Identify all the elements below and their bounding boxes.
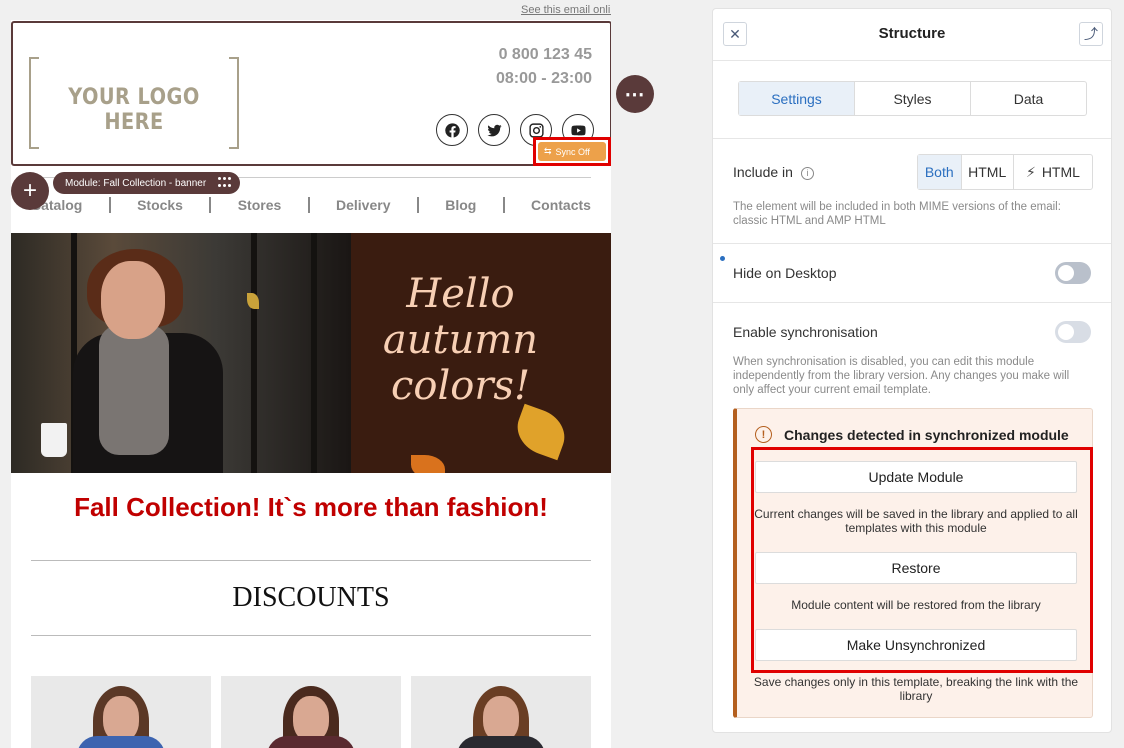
info-icon[interactable]: i	[800, 166, 814, 180]
nav-separator	[502, 197, 505, 213]
banner-line: autumn	[382, 317, 539, 363]
make-unsynchronized-hint: Save changes only in this template, brea…	[753, 675, 1079, 703]
product-garment	[77, 736, 165, 748]
product-garment	[267, 736, 355, 748]
nav-item-stores[interactable]: Stores	[238, 197, 282, 213]
restore-hint: Module content will be restored from the…	[791, 598, 1041, 612]
nav-separator	[416, 197, 419, 213]
tab-settings[interactable]: Settings	[739, 82, 855, 115]
banner-coffee-cup	[41, 423, 67, 457]
panel-tabs: Settings Styles Data	[738, 81, 1087, 116]
enable-sync-toggle[interactable]	[1055, 321, 1091, 343]
tab-data[interactable]: Data	[971, 82, 1086, 115]
discounts-title: DISCOUNTS	[232, 582, 390, 613]
include-amp-html-label: HTML	[1041, 164, 1080, 180]
nav-separator	[209, 197, 212, 213]
nav-item-blog[interactable]: Blog	[445, 197, 476, 213]
include-in-selector: Both HTML ⚡︎ HTML	[917, 154, 1093, 190]
sync-hint: When synchronisation is disabled, you ca…	[733, 356, 1070, 396]
logo-placeholder[interactable]: YOUR LOGO HERE	[29, 57, 239, 149]
section-divider	[713, 138, 1111, 139]
update-module-button[interactable]: Update Module	[755, 461, 1077, 493]
autumn-banner[interactable]: Hello autumn colors!	[11, 233, 611, 473]
product-card[interactable]	[221, 676, 401, 748]
autumn-leaf	[411, 455, 445, 473]
banner-line: Hello	[406, 271, 515, 317]
banner-model-scarf	[99, 325, 169, 455]
update-module-hint: Current changes will be saved in the lib…	[754, 507, 1078, 535]
autumn-leaf	[510, 403, 572, 461]
hide-desktop-label: Hide on Desktop	[733, 265, 837, 281]
include-both-option[interactable]: Both	[918, 155, 962, 189]
panel-title: Structure	[878, 25, 946, 42]
header-module[interactable]: YOUR LOGO HERE 0 800 123 45 08:00 - 23:0…	[11, 21, 611, 166]
banner-title: Hello autumn colors!	[373, 271, 548, 409]
banner-door-frame	[311, 233, 317, 473]
go-up-icon[interactable]: ⤴	[1079, 22, 1103, 46]
logo-bracket-left	[29, 57, 39, 149]
see-online-link[interactable]: See this email online	[521, 4, 611, 16]
sync-off-badge[interactable]: ⇆ Sync Off	[533, 137, 611, 166]
opening-hours: 08:00 - 23:00	[495, 70, 592, 87]
enable-sync-label: Enable synchronisation	[733, 324, 878, 340]
collection-headline: Fall Collection! It`s more than fashion!	[74, 492, 548, 522]
module-chip-label: Module: Fall Collection - banner	[65, 177, 207, 189]
module-more-options-button[interactable]: ⋯	[616, 75, 654, 113]
nav-menu: Catalog Stocks Stores Delivery Blog Cont…	[31, 195, 591, 215]
banner-door-frame	[251, 233, 257, 473]
sync-badge-inner: ⇆ Sync Off	[538, 142, 606, 161]
section-divider	[31, 635, 591, 636]
section-divider	[31, 560, 591, 561]
include-html-option[interactable]: HTML	[962, 155, 1014, 189]
nav-separator	[108, 197, 111, 213]
include-in-hint: The element will be included in both MIM…	[733, 201, 1061, 227]
warning-icon: !	[755, 426, 772, 443]
changed-indicator-dot	[720, 256, 725, 261]
structure-panel: ✕ Structure ⤴ Settings Styles Data Inclu…	[712, 8, 1112, 733]
nav-item-delivery[interactable]: Delivery	[336, 197, 390, 213]
email-canvas: See this email online YOUR LOGO HERE 0 8…	[11, 0, 611, 748]
phone-number: 0 800 123 45	[498, 46, 592, 63]
sync-changes-alert: ! Changes detected in synchronized modul…	[733, 408, 1093, 718]
facebook-icon[interactable]	[436, 114, 468, 146]
section-divider	[713, 302, 1111, 303]
include-in-label: Include in i	[733, 164, 814, 180]
logo-text: YOUR LOGO HERE	[68, 85, 200, 135]
restore-button[interactable]: Restore	[755, 552, 1077, 584]
lightning-icon: ⚡︎	[1025, 163, 1036, 180]
alert-title: ! Changes detected in synchronized modul…	[755, 426, 1069, 443]
logo-bracket-right	[229, 57, 239, 149]
make-unsynchronized-button[interactable]: Make Unsynchronized	[755, 629, 1077, 661]
drag-handle-icon[interactable]	[218, 177, 232, 189]
nav-item-contacts[interactable]: Contacts	[531, 197, 591, 213]
nav-item-stocks[interactable]: Stocks	[137, 197, 183, 213]
include-in-text: Include in	[733, 164, 793, 180]
alert-title-text: Changes detected in synchronized module	[784, 426, 1069, 443]
nav-separator	[307, 197, 310, 213]
section-divider	[713, 243, 1111, 244]
banner-model-face	[101, 261, 165, 339]
tab-styles[interactable]: Styles	[855, 82, 971, 115]
banner-line: colors!	[390, 363, 531, 409]
sync-badge-label: Sync Off	[555, 146, 590, 157]
twitter-icon[interactable]	[478, 114, 510, 146]
add-module-button[interactable]: +	[11, 172, 49, 210]
product-card[interactable]	[411, 676, 591, 748]
product-garment	[457, 736, 545, 748]
include-amp-html-option[interactable]: ⚡︎ HTML	[1014, 155, 1092, 189]
product-card[interactable]	[31, 676, 211, 748]
contact-info: 0 800 123 45 08:00 - 23:00	[496, 43, 592, 91]
hide-desktop-toggle[interactable]	[1055, 262, 1091, 284]
sync-arrows-icon: ⇆	[544, 146, 552, 156]
module-chip[interactable]: Module: Fall Collection - banner	[53, 172, 241, 194]
panel-header: ✕ Structure ⤴	[713, 9, 1111, 61]
autumn-leaf	[247, 293, 259, 309]
